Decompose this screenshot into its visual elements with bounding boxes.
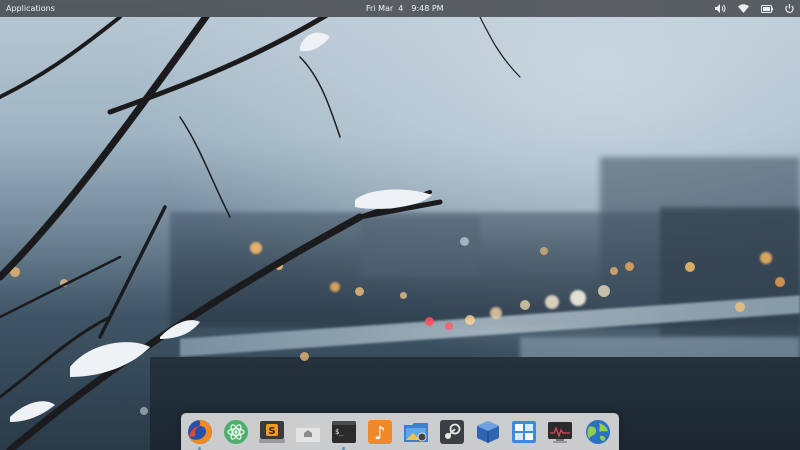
globe-icon xyxy=(586,420,610,444)
sublime-glyph: S xyxy=(268,426,275,437)
virtualbox-icon xyxy=(477,421,499,443)
dock-item-atom[interactable] xyxy=(223,419,249,445)
firefox-icon xyxy=(188,420,212,444)
dock-item-workspaces[interactable] xyxy=(511,419,537,445)
terminal-icon: $_ xyxy=(332,421,356,443)
dock: S $_ ♪ xyxy=(181,413,619,450)
clock-time: 9:48 PM xyxy=(411,4,444,13)
dock-item-firefox[interactable] xyxy=(187,419,213,450)
volume-icon[interactable] xyxy=(715,4,726,13)
sublime-text-icon: S xyxy=(259,421,285,443)
atom-icon xyxy=(224,420,248,444)
dock-item-web-browser[interactable] xyxy=(585,419,611,445)
dock-item-music[interactable]: ♪ xyxy=(367,419,393,445)
clock[interactable]: Fri Mar 4 9:48 PM xyxy=(366,0,452,17)
home-folder-icon xyxy=(296,424,320,442)
power-icon[interactable] xyxy=(785,4,794,13)
dock-item-steam[interactable] xyxy=(439,419,465,445)
workspaces-icon xyxy=(512,421,536,443)
dock-item-terminal[interactable]: $_ xyxy=(331,419,357,450)
clock-date: Fri Mar 4 xyxy=(366,4,404,13)
desktop-wallpaper xyxy=(0,17,800,450)
terminal-glyph: $_ xyxy=(335,428,344,436)
dock-item-photos[interactable] xyxy=(403,419,429,445)
photos-icon xyxy=(404,423,428,442)
battery-icon[interactable] xyxy=(761,4,773,13)
wifi-icon[interactable] xyxy=(738,4,749,13)
music-icon: ♪ xyxy=(368,420,392,444)
dock-item-system-monitor[interactable] xyxy=(547,419,573,445)
dock-item-files[interactable] xyxy=(295,419,321,445)
music-glyph: ♪ xyxy=(374,423,386,444)
top-panel: Applications Fri Mar 4 9:48 PM xyxy=(0,0,800,17)
dock-item-virtualbox[interactable] xyxy=(475,419,501,445)
branches-illustration xyxy=(0,17,521,450)
system-monitor-icon xyxy=(548,422,572,443)
applications-menu[interactable]: Applications xyxy=(6,0,55,17)
indicator-area xyxy=(715,0,794,17)
steam-icon xyxy=(440,420,464,444)
dock-item-sublime-text[interactable]: S xyxy=(259,419,285,445)
